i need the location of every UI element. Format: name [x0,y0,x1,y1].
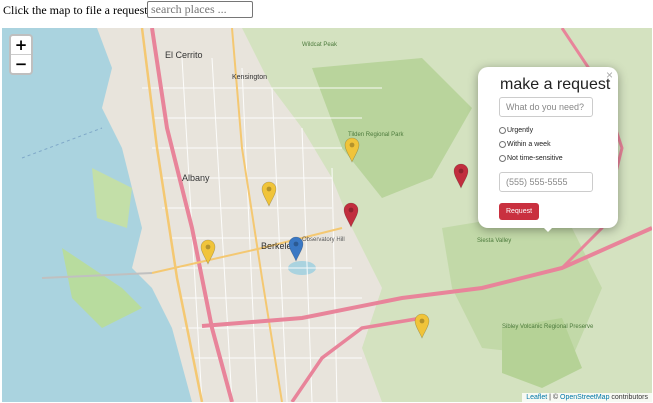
radio-urgently[interactable] [499,127,506,134]
request-popup: × make a request Urgently Within a week … [478,67,618,232]
place-label-kensington: Kensington [232,74,267,81]
place-label-berkeley: Berkeley [261,241,297,251]
phone-input[interactable] [499,172,593,192]
place-label-el-cerrito: El Cerrito [165,50,203,60]
radio-within-week[interactable] [499,141,506,148]
place-label-sibley: Sibley Volcanic Regional Preserve [502,324,594,330]
map[interactable]: El Cerrito Kensington Albany Berkeley Ti… [2,28,652,402]
need-input[interactable] [499,97,593,117]
zoom-control: + − [9,34,33,75]
radio-not-time-sensitive[interactable] [499,155,506,162]
leaflet-link[interactable]: Leaflet [526,394,547,401]
option-not-time-sensitive[interactable]: Not time-sensitive [499,155,563,162]
popup-title: make a request [500,76,611,93]
place-label-wildcat-peak: Wildcat Peak [302,42,338,48]
osm-link[interactable]: OpenStreetMap [560,394,609,401]
popup-tip [542,226,554,232]
zoom-in-button[interactable]: + [11,36,31,54]
place-label-siesta-valley: Siesta Valley [477,238,511,244]
place-label-observatory-hill: Observatory Hill [302,237,345,243]
map-attribution: Leaflet | © OpenStreetMap contributors [522,393,652,402]
option-within-week[interactable]: Within a week [499,141,551,148]
place-label-tilden: Tilden Regional Park [348,132,404,138]
place-label-albany: Albany [182,173,210,183]
option-urgently[interactable]: Urgently [499,127,533,134]
zoom-out-button[interactable]: − [11,54,31,73]
request-button[interactable]: Request [499,203,539,220]
page-instruction: Click the map to file a request [3,3,148,17]
search-places-input[interactable] [147,1,253,18]
top-bar: Click the map to file a request [0,0,653,26]
